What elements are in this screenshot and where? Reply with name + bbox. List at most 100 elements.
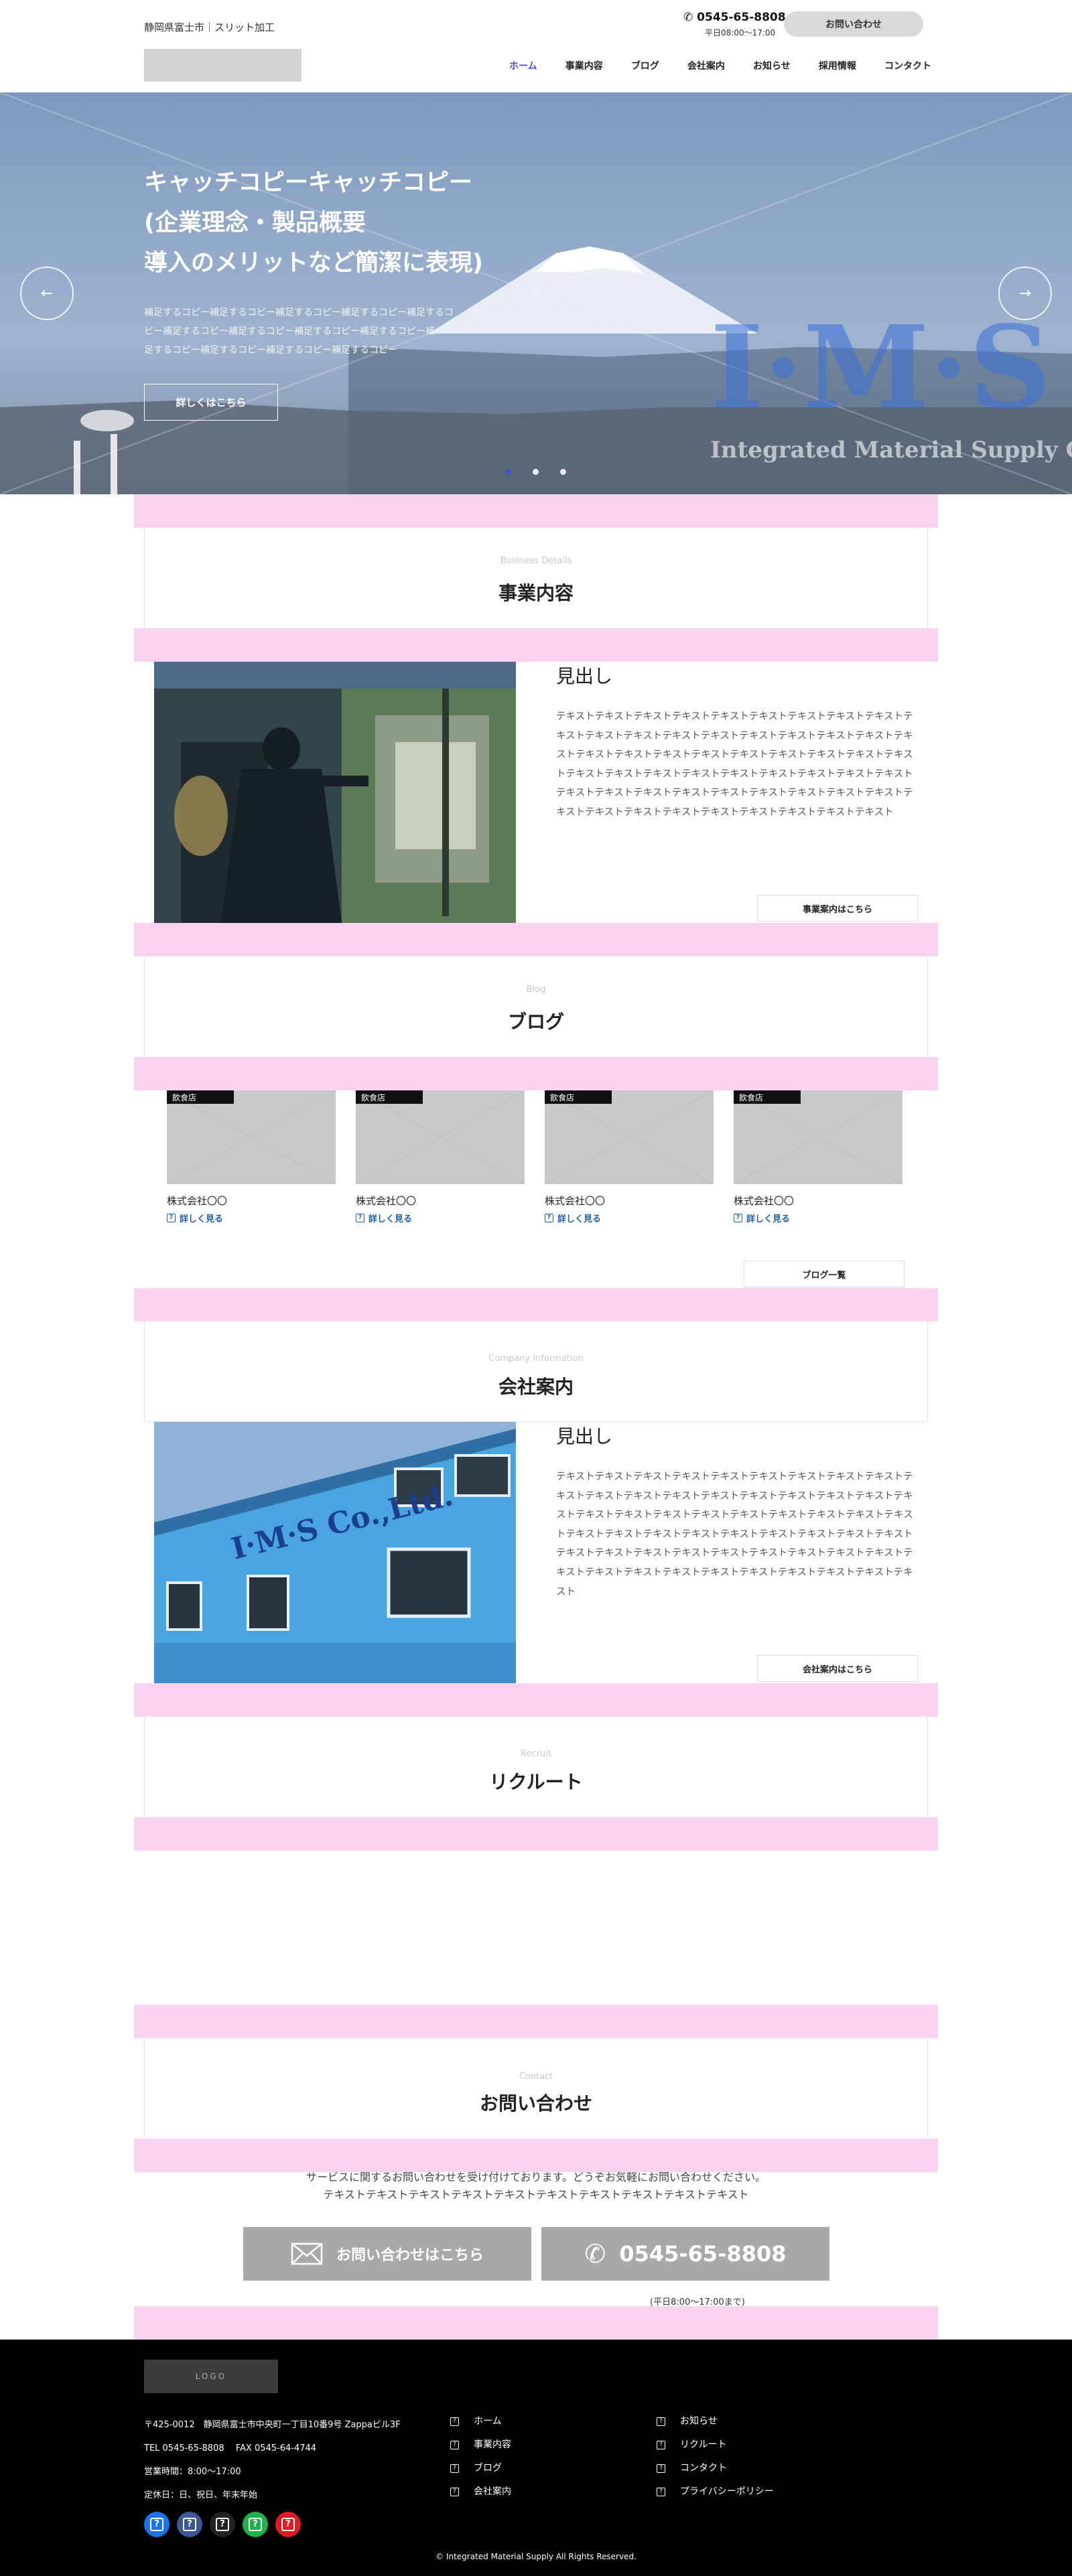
footer-links-col2: ? お知らせ ? リクルート ? コンタクト ? プライバシーポリシー (657, 2410, 774, 2504)
nav-business[interactable]: 事業内容 (565, 59, 603, 72)
social-link[interactable]: ? (275, 2512, 301, 2537)
nav-news[interactable]: お知らせ (753, 59, 791, 72)
slider-dot[interactable] (560, 469, 566, 475)
link-icon: ? (356, 1214, 364, 1222)
slider-dot[interactable] (533, 469, 539, 475)
contact-form-label: お問い合わせはこちら (336, 2247, 484, 2264)
slider-next-button[interactable]: → (998, 267, 1052, 320)
envelope-icon (291, 2242, 323, 2265)
nav-recruit[interactable]: 採用情報 (819, 59, 856, 72)
blog-card-more-label: 詳しく見る (180, 1214, 224, 1224)
blog-thumbnail: 飲食店 (545, 1090, 714, 1184)
blog-list-button[interactable]: ブログ一覧 (744, 1261, 904, 1287)
footer-business-hours: 営業時間：8:00〜17:00 (144, 2467, 241, 2477)
company-more-button[interactable]: 会社案内はこちら (757, 1655, 918, 1682)
hero-details-button[interactable]: 詳しくはこちら (144, 384, 278, 421)
blog-category-tag: 飲食店 (734, 1090, 801, 1104)
social-icon: ? (281, 2518, 295, 2531)
blog-section-header: Blog ブログ (144, 956, 928, 1057)
slider-prev-button[interactable]: ← (20, 267, 74, 320)
blog-category-tag: 飲食店 (545, 1090, 612, 1104)
link-icon: ? (657, 2417, 665, 2426)
nav-company[interactable]: 会社案内 (687, 59, 725, 72)
footer-link-label: お知らせ (680, 2416, 718, 2427)
nav-blog[interactable]: ブログ (631, 59, 659, 72)
header-phone[interactable]: ✆ 0545-65-8808 (683, 11, 786, 24)
footer-logo[interactable]: LOGO (144, 2360, 278, 2393)
social-link[interactable]: ? (210, 2512, 235, 2537)
social-icon: ? (249, 2518, 262, 2531)
company-photo: I·M·S Co.,Ltd. (154, 1422, 516, 1683)
slider-dot[interactable] (505, 469, 511, 475)
blog-card-more-link[interactable]: ? 詳しく見る (734, 1212, 902, 1224)
blog-card[interactable]: 飲食店 株式会社〇〇 ? 詳しく見る (734, 1090, 902, 1224)
hero-title-line: キャッチコピーキャッチコピー (144, 169, 473, 196)
social-links: ? ? ? ? ? (144, 2512, 301, 2537)
contact-intro: サービスに関するお問い合わせを受け付けております。どうぞお気軽にお問い合わせくだ… (134, 2169, 938, 2204)
footer-link-label: ホーム (474, 2416, 502, 2427)
business-heading: 見出し (556, 665, 613, 687)
link-icon: ? (450, 2441, 459, 2449)
footer-links-col1: ? ホーム ? 事業内容 ? ブログ ? 会社案内 (450, 2410, 511, 2504)
section-en-label: Blog (526, 985, 546, 995)
section-band (134, 1057, 938, 1090)
section-title: お問い合わせ (479, 2092, 592, 2115)
social-icon: ? (183, 2518, 196, 2531)
section-title: ブログ (507, 1011, 564, 1033)
blog-card[interactable]: 飲食店 株式会社〇〇 ? 詳しく見る (356, 1090, 525, 1224)
logo-placeholder[interactable] (144, 49, 302, 82)
nav-home[interactable]: ホーム (509, 59, 537, 72)
hero-subcopy: 補足するコピー補足するコピー補足するコピー補足するコピー補足するコ ピー補足する… (144, 303, 492, 360)
nav-contact[interactable]: コンタクト (884, 59, 931, 72)
social-icon: ? (150, 2518, 163, 2531)
social-link[interactable]: ? (243, 2512, 268, 2537)
hero-catchcopy: キャッチコピーキャッチコピー (企業理念・製品概要 導入のメリットなど簡潔に表現… (144, 163, 613, 283)
blog-card-more-link[interactable]: ? 詳しく見る (545, 1212, 714, 1224)
footer-link[interactable]: ? コンタクト (657, 2457, 774, 2480)
header-contact-button[interactable]: お問い合わせ (784, 11, 923, 37)
link-icon: ? (657, 2464, 665, 2473)
section-title: リクルート (489, 1771, 583, 1793)
contact-section-header: Contact お問い合わせ (144, 2038, 928, 2139)
section-title: 事業内容 (498, 582, 574, 604)
contact-phone-button[interactable]: ✆ 0545-65-8808 (541, 2227, 829, 2281)
footer-link[interactable]: ? プライバシーポリシー (657, 2480, 774, 2504)
footer-link[interactable]: ? 事業内容 (450, 2433, 511, 2457)
section-band (134, 2005, 938, 2038)
section-band (134, 1683, 938, 1717)
footer-holidays: 定休日：日、祝日、年末年始 (144, 2490, 258, 2500)
contact-intro-line: サービスに関するお問い合わせを受け付けております。どうぞお気軽にお問い合わせくだ… (306, 2171, 766, 2184)
section-band (134, 628, 938, 662)
link-icon: ? (657, 2441, 665, 2449)
blog-card-more-label: 詳しく見る (368, 1214, 413, 1224)
link-icon: ? (657, 2488, 665, 2496)
phone-icon: ✆ (584, 2239, 606, 2269)
contact-intro-line: テキストテキストテキストテキストテキストテキストテキストテキストテキストテキスト (323, 2188, 749, 2201)
blog-card-more-link[interactable]: ? 詳しく見る (167, 1212, 336, 1224)
footer-link[interactable]: ? お知らせ (657, 2410, 774, 2433)
blog-card[interactable]: 飲食店 株式会社〇〇 ? 詳しく見る (545, 1090, 714, 1224)
blog-card-title: 株式会社〇〇 (734, 1195, 795, 1207)
section-en-label: Recruit (521, 1749, 551, 1759)
footer-link[interactable]: ? ブログ (450, 2457, 511, 2480)
business-more-button[interactable]: 事業案内はこちら (757, 895, 918, 922)
header-hours: 平日08:00〜17:00 (705, 28, 776, 38)
blog-card-more-link[interactable]: ? 詳しく見る (356, 1212, 525, 1224)
contact-form-button[interactable]: お問い合わせはこちら (243, 2227, 531, 2281)
social-link[interactable]: ? (144, 2512, 170, 2537)
link-icon: ? (545, 1214, 553, 1222)
footer-tel-fax: TEL 0545-65-8808 FAX 0545-64-4744 (144, 2443, 317, 2453)
blog-card[interactable]: 飲食店 株式会社〇〇 ? 詳しく見る (167, 1090, 336, 1224)
footer-link[interactable]: ? 会社案内 (450, 2480, 511, 2504)
business-body: テキストテキストテキストテキストテキストテキストテキストテキストテキストテキスト… (556, 711, 913, 818)
footer-link[interactable]: ? リクルート (657, 2433, 774, 2457)
hero-background-image: I·M·S Integrated Material Supply Co. (0, 92, 1072, 494)
hero-title-line: (企業理念・製品概要 (144, 210, 366, 236)
link-icon: ? (450, 2488, 459, 2496)
section-en-label: Business Details (500, 556, 572, 566)
social-link[interactable]: ? (177, 2512, 202, 2537)
section-en-label: Company Information (488, 1354, 584, 1364)
footer-link[interactable]: ? ホーム (450, 2410, 511, 2433)
blog-card-title: 株式会社〇〇 (545, 1195, 606, 1207)
footer-link-label: 事業内容 (474, 2439, 511, 2450)
